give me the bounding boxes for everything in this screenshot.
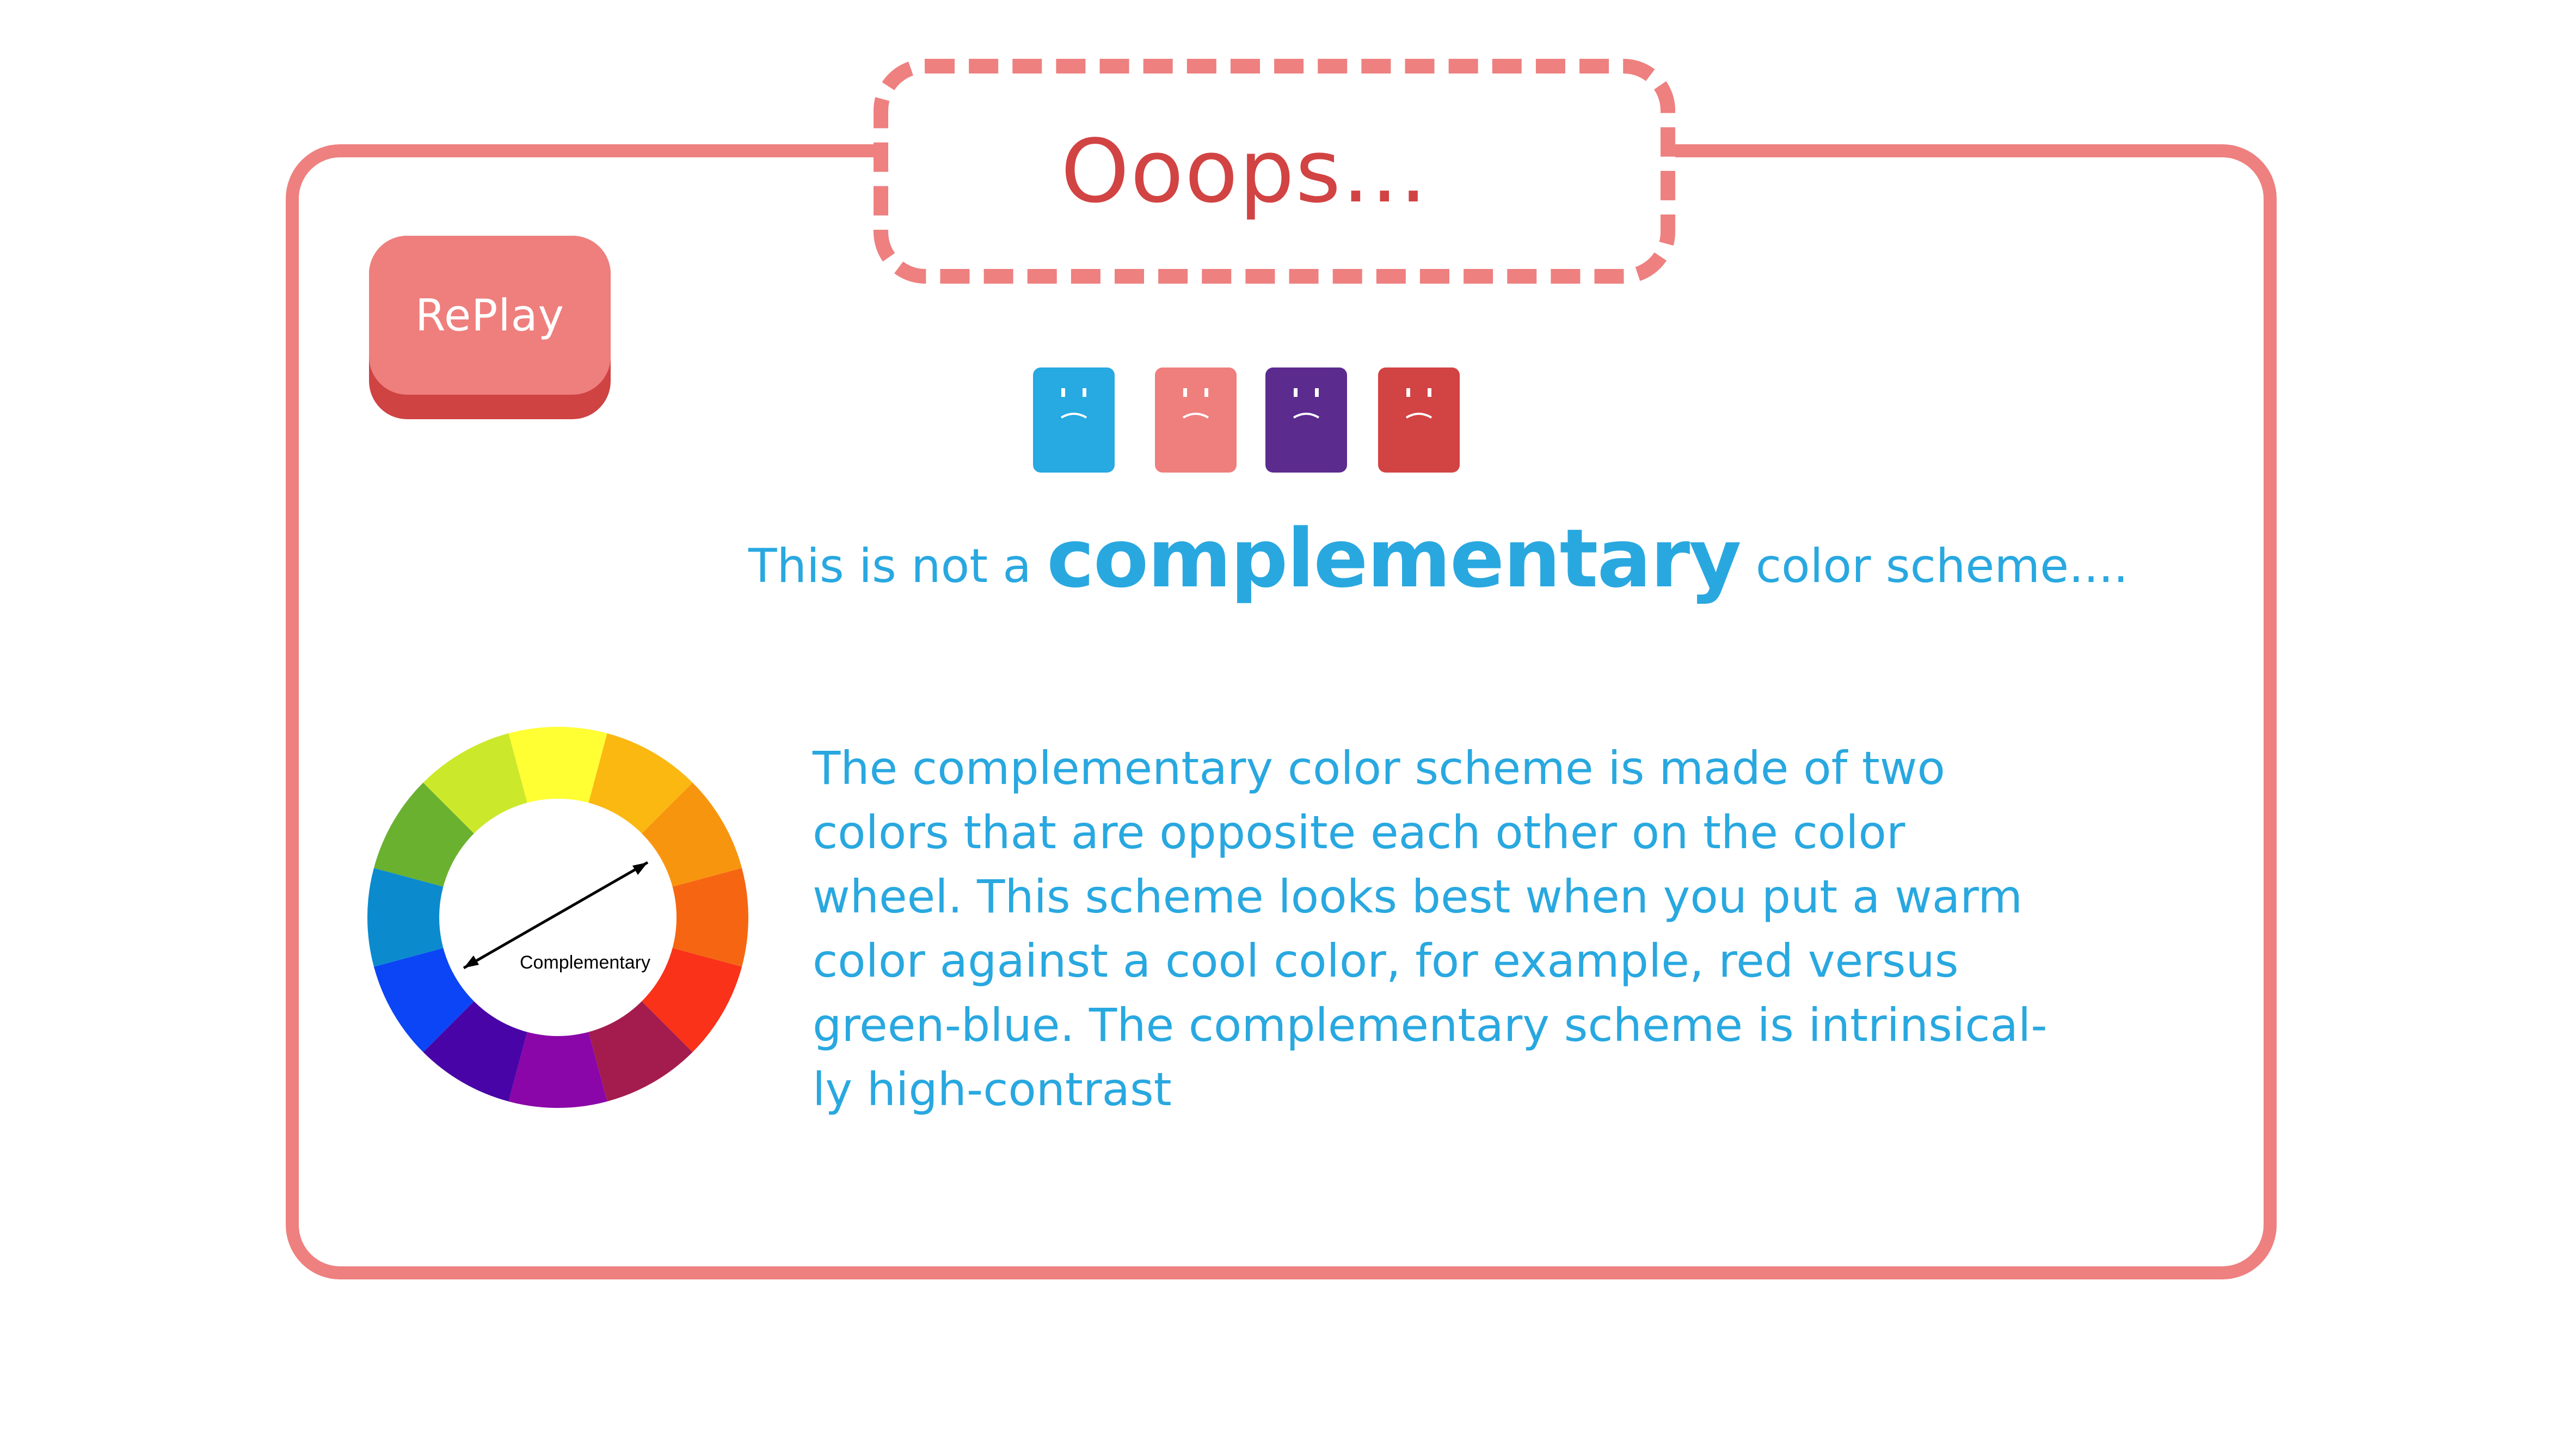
sad-block-blue [1033, 367, 1115, 473]
result-headline: This is not a complementary color scheme..… [748, 512, 2128, 605]
explanation-line: color against a cool color, for example,… [813, 934, 1959, 988]
color-wheel-center [439, 799, 677, 1036]
replay-button[interactable]: RePlay [369, 236, 611, 419]
explanation-line: colors that are opposite each other on t… [813, 806, 1905, 859]
sad-face-icon [1182, 388, 1209, 419]
sad-block-pink [1155, 367, 1237, 473]
headline-before: This is not a [748, 539, 1031, 593]
explanation-text: The complementary color scheme is made o… [813, 736, 2195, 1122]
replay-button-face[interactable]: RePlay [369, 236, 611, 395]
explanation-line: green-blue. The complementary scheme is … [813, 998, 2048, 1052]
explanation-line: The complementary color scheme is made o… [813, 742, 1945, 795]
sad-block-red [1378, 367, 1460, 473]
sad-face-icon [1060, 388, 1087, 419]
complementary-arrow-label: Complementary [520, 952, 650, 973]
title-banner: Ooops... [874, 59, 1675, 284]
headline-emphasis: complementary [1047, 512, 1742, 605]
color-wheel-diagram: Complementary [367, 727, 748, 1108]
sad-block-purple [1265, 367, 1347, 473]
headline-after: color scheme.... [1755, 539, 2129, 593]
explanation-line: ly high-contrast [813, 1063, 1172, 1116]
sad-face-icon [1293, 388, 1320, 419]
replay-button-label: RePlay [415, 290, 565, 341]
explanation-line: wheel. This scheme looks best when you p… [813, 870, 2023, 923]
sad-face-icon [1405, 388, 1433, 419]
title-text: Ooops... [1060, 120, 1429, 222]
game-over-screen: Ooops... RePlay This is not a complementa… [0, 0, 2576, 1452]
